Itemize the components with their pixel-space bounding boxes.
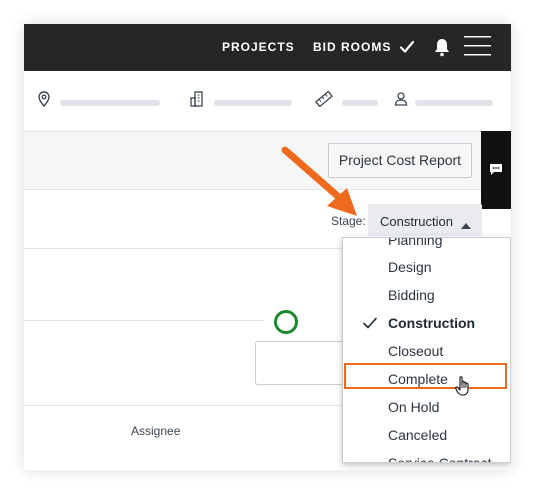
stage-option-complete[interactable]: Complete <box>388 371 448 387</box>
stage-select-value: Construction <box>380 214 453 229</box>
app-window: PROJECTS BID ROOMS Project Cost Report S… <box>24 24 511 470</box>
status-circle-icon <box>274 310 298 334</box>
map-pin-icon <box>38 91 50 112</box>
row-divider <box>24 320 264 321</box>
user-icon <box>394 91 408 112</box>
caret-up-icon <box>461 216 471 234</box>
project-info-bar <box>24 71 511 132</box>
nav-bid-rooms-link[interactable]: BID ROOMS <box>313 40 391 54</box>
building-icon <box>190 91 204 112</box>
stage-option-construction[interactable]: Construction <box>388 315 475 331</box>
nav-projects-link[interactable]: PROJECTS <box>222 40 295 54</box>
checkmark-icon <box>363 316 377 334</box>
row-divider <box>24 405 342 406</box>
stage-option-planning[interactable]: Planning <box>388 238 443 248</box>
annotation-arrow-icon <box>279 144 379 234</box>
chat-icon <box>489 163 503 181</box>
stage-option-closeout[interactable]: Closeout <box>388 343 443 359</box>
stage-option-bidding[interactable]: Bidding <box>388 287 435 303</box>
assignee-column-header: Assignee <box>131 424 181 438</box>
hand-cursor-icon <box>455 375 473 402</box>
check-icon[interactable] <box>399 39 415 60</box>
stage-select[interactable]: Construction <box>368 204 482 236</box>
address-placeholder <box>60 100 160 106</box>
top-nav-bar: PROJECTS BID ROOMS <box>24 24 511 71</box>
building-placeholder <box>214 100 292 106</box>
stage-option-canceled[interactable]: Canceled <box>388 427 447 443</box>
stage-option-on-hold[interactable]: On Hold <box>388 399 439 415</box>
stage-dropdown-menu: Planning Design Bidding Construction Clo… <box>342 237 511 463</box>
stage-option-service-contract[interactable]: Service Contract <box>388 455 491 462</box>
header-band: Project Cost Report <box>24 132 511 190</box>
bell-icon[interactable] <box>433 37 451 62</box>
user-placeholder <box>415 100 493 106</box>
stage-option-design[interactable]: Design <box>388 259 432 275</box>
hamburger-menu-icon[interactable] <box>464 35 491 62</box>
ruler-icon <box>315 90 333 112</box>
size-placeholder <box>342 100 378 106</box>
